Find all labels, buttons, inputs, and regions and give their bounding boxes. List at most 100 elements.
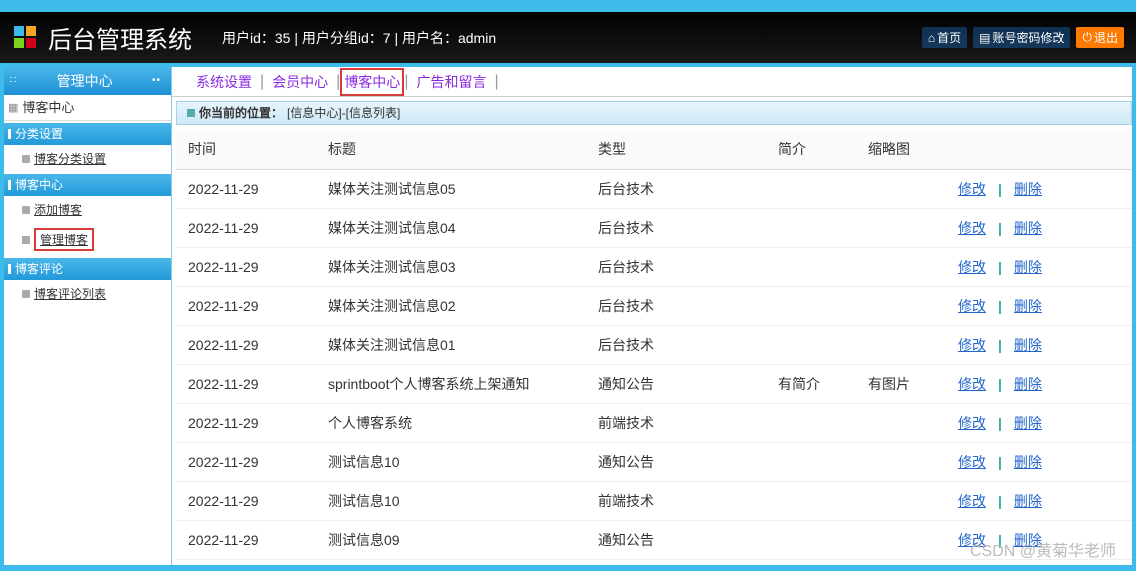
vbar: | [998,259,1002,275]
cell-time: 2022-11-29 [176,170,316,209]
table-row: 2022-11-29测试信息10通知公告 修改 | 删除 [176,443,1132,482]
sidebar-header: ∷ 管理中心 •• [0,67,171,95]
sidebar-tree-root[interactable]: ▦ 博客中心 [0,95,171,121]
table-row: 2022-11-29媒体关注测试信息03后台技术修改|删除 [176,248,1132,287]
cell-title: 测试信息10 [316,482,586,521]
bar-icon [8,264,11,274]
cell-title: 媒体关注测试信息01 [316,326,586,365]
sidebar: ∷ 管理中心 •• ▦ 博客中心 分类设置博客分类设置博客中心添加博客管理博客博… [0,67,172,571]
dots-icon: •• [152,67,161,95]
square-icon [187,109,195,117]
delete-link[interactable]: 删除 [1014,298,1042,314]
delete-link[interactable]: 删除 [1014,259,1042,275]
cell-title: sprintboot个人博客系统上架通知 [316,365,586,404]
nav-item[interactable]: 广告和留言 [408,72,494,92]
delete-link[interactable]: 删除 [1014,493,1042,509]
sidebar-item[interactable]: 博客评论列表 [0,280,171,307]
col-header [946,129,1132,170]
crumb-path: [信息中心]-[信息列表] [287,101,400,125]
cell-title: 测试信息10 [316,443,586,482]
sidebar-section-header[interactable]: 博客评论 [0,258,171,280]
sidebar-link[interactable]: 博客分类设置 [34,150,106,167]
bar-icon [8,129,11,139]
window-bottom-rail [0,565,1136,571]
edit-link[interactable]: 修改 [958,337,986,353]
cell-title: 媒体关注测试信息02 [316,287,586,326]
cell-thumb [856,170,946,209]
edit-link[interactable]: 修改 [958,376,986,392]
table-row: 2022-11-29sprintboot个人博客系统上架通知通知公告有简介有图片… [176,365,1132,404]
cell-thumb [856,443,946,482]
bar-icon [8,180,11,190]
cell-title: 媒体关注测试信息04 [316,209,586,248]
dots-icon: ∷ [10,67,17,95]
edit-link[interactable]: 修改 [958,454,986,470]
pwd-button[interactable]: ▤账号密码修改 [973,27,1070,48]
sidebar-link[interactable]: 博客评论列表 [34,285,106,302]
cell-type: 后台技术 [586,209,766,248]
edit-link[interactable]: 修改 [958,415,986,431]
vbar: | [998,337,1002,353]
cell-intro [766,287,856,326]
sidebar-item[interactable]: 管理博客 [0,223,171,256]
cell-time: 2022-11-29 [176,443,316,482]
delete-link[interactable]: 删除 [1014,415,1042,431]
nav-item[interactable]: 系统设置 [188,72,260,92]
cell-ops: 修改|删除 [946,170,1132,209]
delete-link[interactable]: 删除 [1014,376,1042,392]
cell-time: 2022-11-29 [176,365,316,404]
nav-item[interactable]: 博客中心 [340,68,404,96]
delete-link[interactable]: 删除 [1014,454,1042,470]
cell-intro [766,170,856,209]
cell-type: 通知公告 [586,521,766,560]
cell-intro [766,248,856,287]
home-button[interactable]: ⌂首页 [922,27,967,48]
sidebar-link[interactable]: 管理博客 [34,228,94,251]
cell-intro [766,326,856,365]
delete-link[interactable]: 删除 [1014,220,1042,236]
table-row: 2022-11-29媒体关注测试信息05后台技术修改|删除 [176,170,1132,209]
edit-link[interactable]: 修改 [958,181,986,197]
cell-ops: 修改|删除 [946,209,1132,248]
cell-type: 通知公告 [586,443,766,482]
cell-ops: 修改 | 删除 [946,326,1132,365]
edit-link[interactable]: 修改 [958,298,986,314]
sidebar-link[interactable]: 添加博客 [34,201,82,218]
nav-item[interactable]: 会员中心 [264,72,336,92]
tree-root-label: 博客中心 [22,95,74,121]
cell-intro [766,443,856,482]
edit-link[interactable]: 修改 [958,493,986,509]
cell-time: 2022-11-29 [176,248,316,287]
sidebar-section-header[interactable]: 博客中心 [0,174,171,196]
top-nav: 系统设置 | 会员中心 | 博客中心 | 广告和留言 | [172,67,1136,97]
sidebar-item[interactable]: 添加博客 [0,196,171,223]
breadcrumb: 你当前的位置： [信息中心]-[信息列表] [176,101,1132,125]
sidebar-item[interactable]: 博客分类设置 [0,145,171,172]
delete-link[interactable]: 删除 [1014,337,1042,353]
cell-thumb: 有图片 [856,365,946,404]
table-row: 2022-11-29媒体关注测试信息01后台技术修改|删除 [176,326,1132,365]
edit-link[interactable]: 修改 [958,220,986,236]
sidebar-header-label: 管理中心 [57,67,113,95]
vbar: | [998,454,1002,470]
cell-time: 2022-11-29 [176,482,316,521]
vbar: | [998,415,1002,431]
window-left-rail [0,12,4,571]
delete-link[interactable]: 删除 [1014,181,1042,197]
cell-intro [766,482,856,521]
col-header: 缩略图 [856,129,946,170]
cell-ops: 修改 | 删除 [946,404,1132,443]
cell-thumb [856,521,946,560]
cell-type: 后台技术 [586,287,766,326]
table-row: 2022-11-29媒体关注测试信息02后台技术修改|删除 [176,287,1132,326]
cell-ops: 修改 | 删除 [946,248,1132,287]
sidebar-section-header[interactable]: 分类设置 [0,123,171,145]
edit-link[interactable]: 修改 [958,259,986,275]
square-icon [22,206,30,214]
exit-button[interactable]: ⏻退出 [1076,27,1124,48]
section-title: 博客评论 [15,258,63,280]
section-title: 分类设置 [15,123,63,145]
section-title: 博客中心 [15,174,63,196]
table-row: 2022-11-29测试信息10前端技术修改|删除 [176,482,1132,521]
cell-intro [766,209,856,248]
